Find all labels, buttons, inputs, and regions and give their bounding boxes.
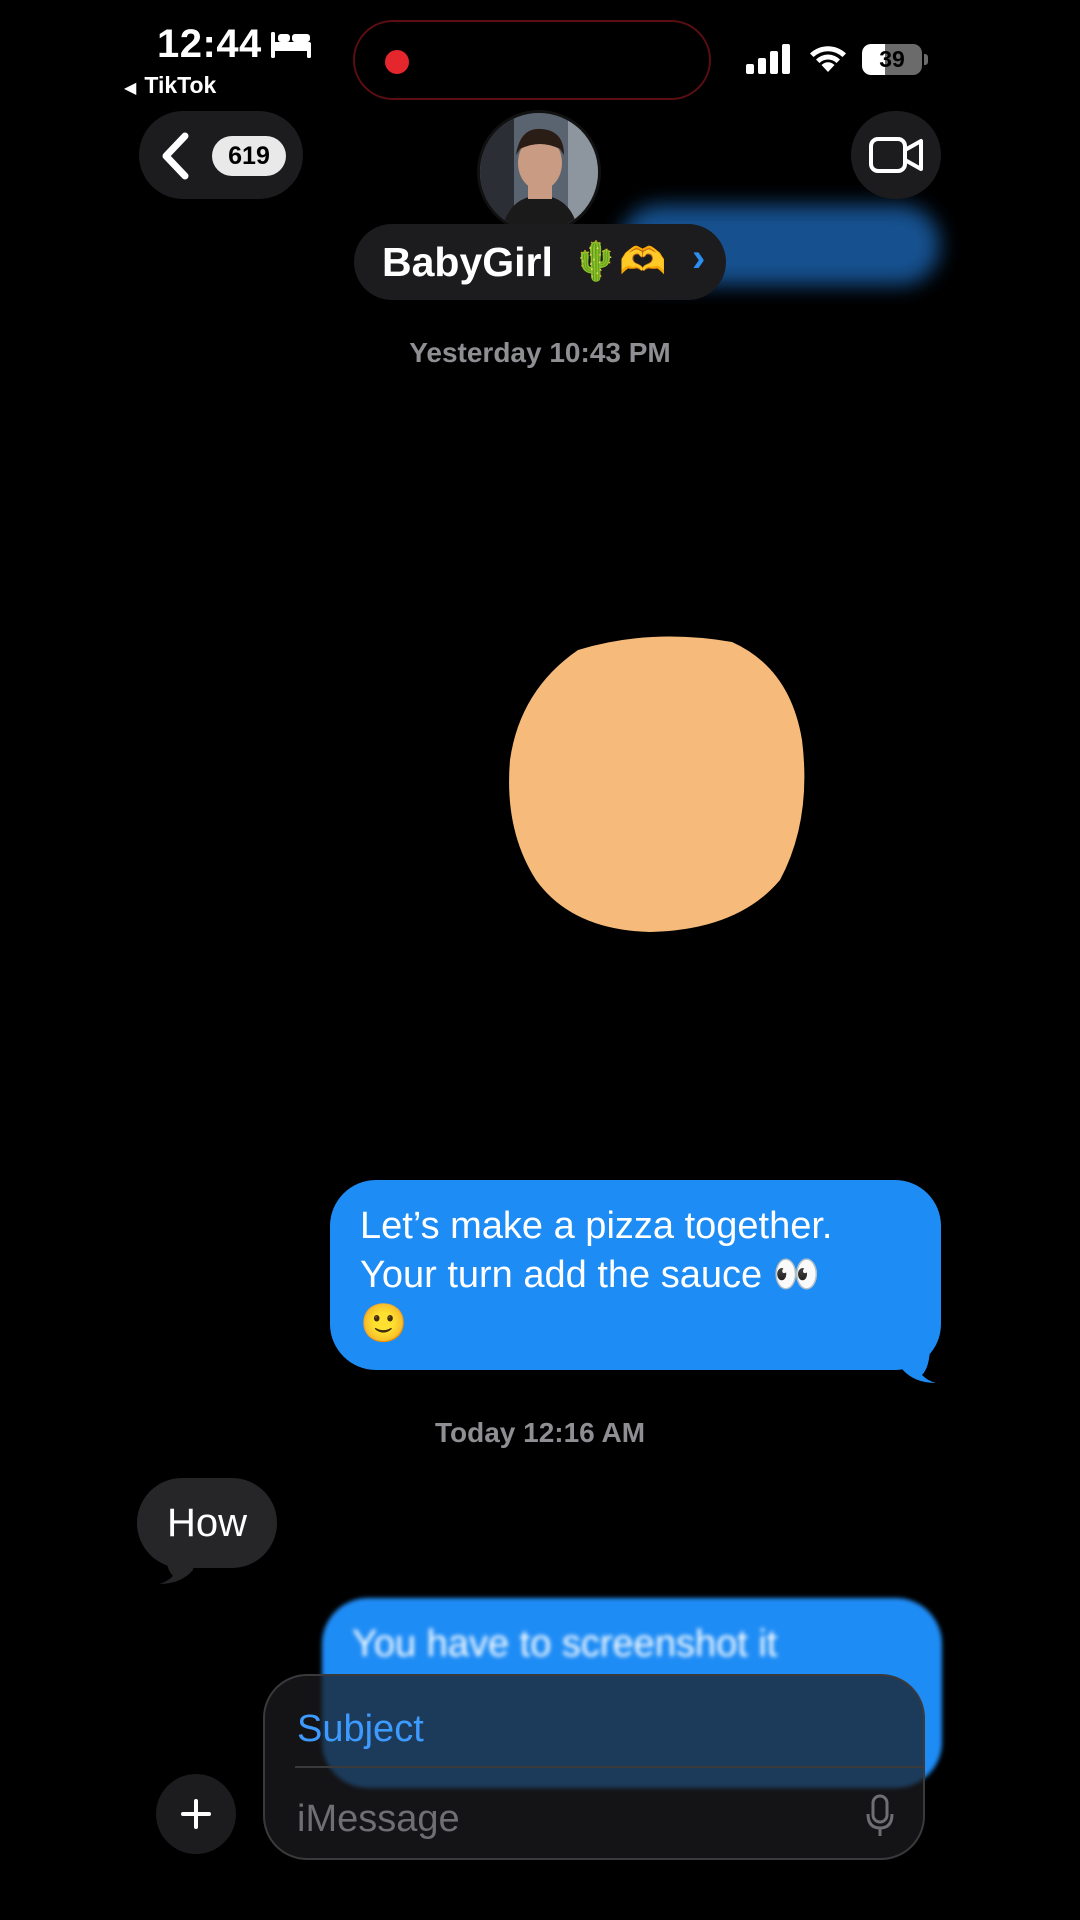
microphone-icon[interactable] <box>865 1794 895 1838</box>
back-to-app-link[interactable]: ◀ TikTok <box>124 72 216 99</box>
video-call-icon <box>869 137 923 173</box>
contact-avatar[interactable] <box>477 110 601 234</box>
wifi-icon <box>810 46 846 72</box>
battery-percentage: 39 <box>879 46 905 72</box>
unread-count-badge: 619 <box>212 136 286 176</box>
message-line: 🙂 <box>360 1303 408 1345</box>
video-call-button[interactable] <box>851 111 941 199</box>
plus-icon <box>181 1799 211 1829</box>
message-text: How <box>167 1501 248 1545</box>
back-button[interactable]: 619 <box>139 111 303 199</box>
message-input[interactable] <box>295 1788 839 1850</box>
message-line: You have to screenshot it <box>352 1623 778 1665</box>
battery-icon: 39 <box>862 44 922 75</box>
back-triangle-icon: ◀ <box>124 80 137 97</box>
compose-divider <box>295 1766 923 1768</box>
apps-plus-button[interactable] <box>156 1774 236 1854</box>
contact-name-emoji: 🌵🫶 <box>572 241 667 283</box>
bed-icon <box>271 32 311 58</box>
bubble-tail <box>900 1345 936 1383</box>
dynamic-island[interactable] <box>353 20 711 100</box>
cellular-signal-icon <box>746 44 790 74</box>
sketch-blob <box>509 636 805 932</box>
contact-name: BabyGirl <box>382 239 553 285</box>
chevron-left-icon <box>162 132 189 180</box>
avatar-photo <box>480 113 598 231</box>
battery-cap <box>924 54 928 65</box>
message-line: Your turn add the sauce 👀 <box>360 1254 820 1296</box>
compose-box <box>263 1674 925 1860</box>
outgoing-message-bubble[interactable]: Let’s make a pizza together. Your turn a… <box>330 1180 941 1370</box>
status-time: 12:44 <box>157 22 262 66</box>
message-line: Let’s make a pizza together. <box>360 1205 833 1247</box>
recording-dot-icon <box>385 50 409 74</box>
chevron-right-icon: › <box>692 236 706 280</box>
timestamp-yesterday: Yesterday 10:43 PM <box>409 337 671 368</box>
sketch-drawing[interactable] <box>500 630 810 940</box>
timestamp-today: Today 12:16 AM <box>434 1417 646 1448</box>
contact-name-button[interactable]: BabyGirl 🌵🫶 › <box>354 224 726 300</box>
back-app-label: TikTok <box>144 72 217 98</box>
bubble-tail <box>159 1546 195 1584</box>
subject-input[interactable] <box>295 1698 899 1760</box>
